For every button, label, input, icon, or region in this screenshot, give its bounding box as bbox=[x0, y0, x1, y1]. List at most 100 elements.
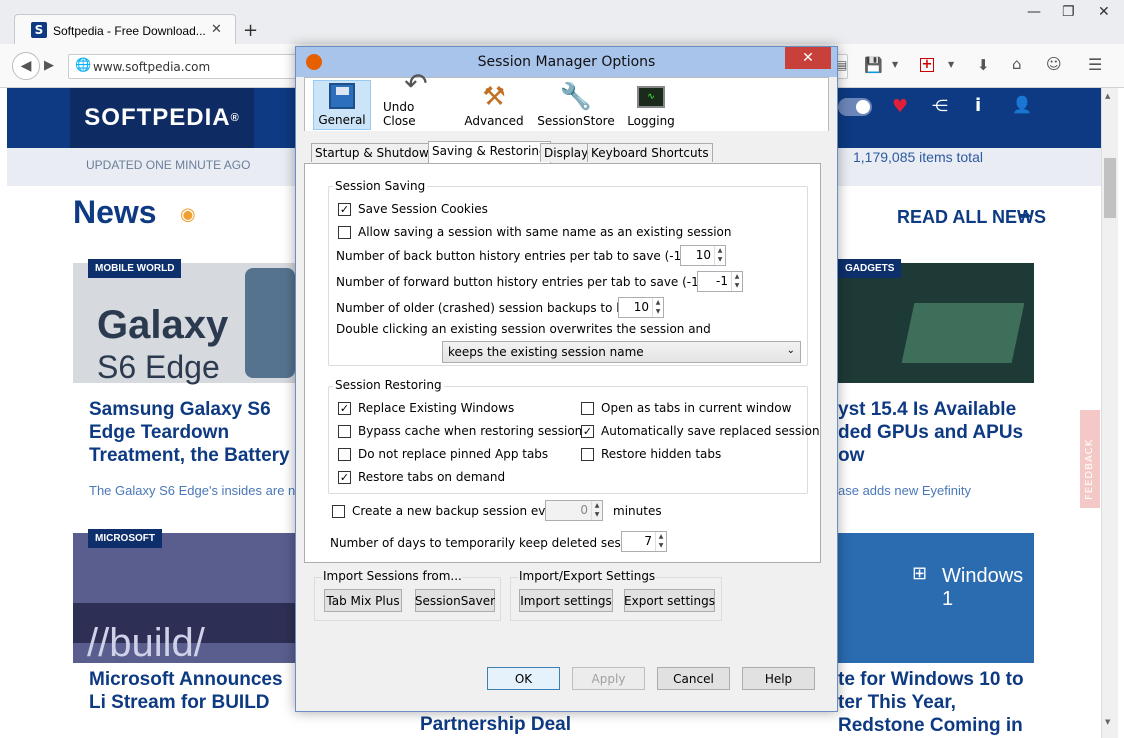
tab-display[interactable]: Display bbox=[540, 143, 593, 162]
card-headline[interactable]: Partnership Deal bbox=[420, 713, 571, 736]
dialog-close-button[interactable]: ✕ bbox=[785, 47, 831, 69]
older-backups-label: Number of older (crashed) session backup… bbox=[336, 301, 650, 315]
import-settings-button[interactable]: Import settings bbox=[519, 589, 613, 612]
dropdown-icon[interactable]: ▼ bbox=[892, 60, 898, 69]
checkbox-unchecked bbox=[338, 447, 351, 461]
older-backups-spinner[interactable]: 10 ▲ ▼ bbox=[618, 297, 664, 318]
page-scrollbar[interactable]: ▲ ▼ bbox=[1101, 88, 1118, 738]
import-tab-mix-plus-button[interactable]: Tab Mix Plus bbox=[324, 589, 402, 612]
gpu-chip-image bbox=[901, 303, 1025, 363]
windows-logo-icon: ⊞ bbox=[912, 563, 928, 584]
restore-hidden-tabs-checkbox[interactable]: Restore hidden tabs bbox=[581, 447, 721, 461]
back-history-spinner[interactable]: 10 ▲ ▼ bbox=[680, 245, 726, 266]
import-sessionsaver-button[interactable]: SessionSaver bbox=[415, 589, 495, 612]
firefox-icon bbox=[306, 54, 322, 70]
dialog-titlebar[interactable]: Session Manager Options bbox=[296, 47, 837, 77]
replace-existing-windows-checkbox[interactable]: ✓ Replace Existing Windows bbox=[338, 401, 514, 415]
card-teaser: The Galaxy S6 Edge's insides are neat bbox=[89, 483, 295, 498]
card-image[interactable]: //build/ bbox=[73, 533, 295, 665]
create-backup-checkbox[interactable]: Create a new backup session every bbox=[332, 504, 565, 518]
card-headline[interactable]: Microsoft Announces Li Stream for BUILD … bbox=[89, 668, 295, 716]
new-tab-button[interactable]: + bbox=[243, 20, 258, 41]
toolbar-logging-label: Logging bbox=[627, 114, 675, 128]
download-icon[interactable]: ⬇ bbox=[977, 56, 990, 74]
checkbox-unchecked bbox=[332, 504, 345, 518]
updated-label: UPDATED ONE MINUTE AGO bbox=[86, 158, 251, 172]
allow-same-name-checkbox[interactable]: Allow saving a session with same name as… bbox=[338, 225, 732, 239]
card-image[interactable] bbox=[838, 263, 1034, 383]
home-icon[interactable]: ⌂ bbox=[1012, 55, 1022, 73]
back-history-label: Number of back button history entries pe… bbox=[336, 249, 725, 263]
category-badge[interactable]: MOBILE WORLD bbox=[88, 259, 182, 278]
card-image[interactable]: ⊞ Windows 1 bbox=[838, 533, 1034, 663]
card-headline[interactable]: Samsung Galaxy S6 Edge Teardown Treatmen… bbox=[89, 398, 295, 468]
toolbar-general[interactable]: General bbox=[313, 80, 371, 130]
smiley-icon[interactable]: ☺ bbox=[1046, 55, 1062, 73]
forward-button[interactable]: ▶ bbox=[44, 58, 54, 73]
feedback-tab[interactable]: FEEDBACK bbox=[1080, 410, 1100, 508]
no-replace-pinned-checkbox[interactable]: Do not replace pinned App tabs bbox=[338, 447, 548, 461]
save-icon[interactable]: 💾 bbox=[864, 56, 883, 74]
heart-icon[interactable]: ♥ bbox=[892, 96, 908, 117]
tab-keyboard-shortcuts[interactable]: Keyboard Shortcuts bbox=[587, 143, 713, 162]
card-image[interactable]: Galaxy S6 Edge bbox=[73, 263, 295, 385]
import-export-legend: Import/Export Settings bbox=[518, 569, 657, 583]
forward-history-label: Number of forward button history entries… bbox=[336, 275, 742, 289]
site-logo[interactable]: SOFTPEDIA ® bbox=[70, 88, 254, 148]
checkbox-unchecked bbox=[581, 447, 594, 461]
card-headline[interactable]: yst 15.4 Is Available ded GPUs and APUs … bbox=[838, 398, 1028, 468]
checkbox-unchecked bbox=[338, 225, 351, 239]
tab-saving-restoring[interactable]: Saving & Restoring bbox=[428, 141, 551, 163]
close-tab-icon[interactable]: ✕ bbox=[211, 22, 222, 37]
info-icon[interactable]: i bbox=[975, 95, 981, 116]
bypass-cache-checkbox[interactable]: Bypass cache when restoring sessions bbox=[338, 424, 589, 438]
double-click-select[interactable]: keeps the existing session name ⌄ bbox=[442, 341, 801, 363]
tools-icon: ⚒ bbox=[482, 82, 506, 112]
menu-icon[interactable]: ☰ bbox=[1088, 55, 1102, 74]
save-session-cookies-checkbox[interactable]: ✓ Save Session Cookies bbox=[338, 202, 488, 216]
browser-tab[interactable]: S Softpedia - Free Download... ✕ bbox=[14, 14, 236, 46]
toolbar-logging[interactable]: ∿ Logging bbox=[623, 80, 679, 130]
rss-icon[interactable]: ◉ bbox=[180, 204, 196, 225]
globe-icon: 🌐 bbox=[75, 58, 92, 73]
toolbar-sessionstore[interactable]: 🔧 SessionStore bbox=[537, 80, 615, 130]
minimize-button[interactable]: — bbox=[1027, 4, 1041, 20]
floppy-disk-icon bbox=[325, 81, 359, 111]
back-button[interactable]: ◀ bbox=[12, 52, 40, 80]
user-icon[interactable]: 👤 bbox=[1012, 95, 1032, 114]
category-badge[interactable]: GADGETS bbox=[838, 259, 902, 278]
apply-button[interactable]: Apply bbox=[572, 667, 645, 690]
forward-history-spinner[interactable]: -1 ▲ ▼ bbox=[697, 271, 743, 292]
export-settings-button[interactable]: Export settings bbox=[624, 589, 715, 612]
toolbar-advanced[interactable]: ⚒ Advanced bbox=[461, 80, 527, 130]
category-badge[interactable]: MICROSOFT bbox=[88, 529, 162, 548]
wrench-icon: 🔧 bbox=[559, 82, 593, 112]
toolbar-undo-close-label: Undo Close bbox=[383, 100, 416, 128]
share-icon[interactable]: ⋲ bbox=[932, 96, 948, 115]
auto-save-replaced-checkbox[interactable]: ✓ Automatically save replaced session bbox=[581, 424, 820, 438]
card-teaser: ase adds new Eyefinity bbox=[838, 483, 971, 498]
news-heading[interactable]: News bbox=[73, 194, 157, 231]
toolbar-general-label: General bbox=[318, 113, 366, 127]
dropdown-icon[interactable]: ▼ bbox=[948, 60, 954, 69]
help-button[interactable]: Help bbox=[742, 667, 815, 690]
softpedia-favicon-icon: S bbox=[31, 22, 47, 38]
addon-red-cross-icon[interactable]: + bbox=[920, 58, 934, 72]
restore-on-demand-checkbox[interactable]: ✓ Restore tabs on demand bbox=[338, 470, 505, 484]
close-window-button[interactable]: ✕ bbox=[1098, 4, 1110, 20]
tab-title: Softpedia - Free Download... bbox=[53, 24, 206, 38]
cancel-button[interactable]: Cancel bbox=[657, 667, 730, 690]
scrollbar-thumb[interactable] bbox=[1104, 158, 1116, 218]
session-saving-legend: Session Saving bbox=[333, 179, 428, 193]
backup-interval-spinner[interactable]: 0 ▲ ▼ bbox=[545, 500, 603, 521]
ok-button[interactable]: OK bbox=[487, 667, 560, 690]
toolbar-undo-close[interactable]: ↶ Undo Close bbox=[383, 67, 449, 130]
tab-startup-shutdown[interactable]: Startup & Shutdown bbox=[311, 143, 441, 162]
open-as-tabs-checkbox[interactable]: Open as tabs in current window bbox=[581, 401, 791, 415]
maximize-button[interactable]: ❐ bbox=[1062, 4, 1075, 20]
toggle-switch[interactable] bbox=[838, 98, 872, 116]
toolbar-advanced-label: Advanced bbox=[464, 114, 524, 128]
keep-days-spinner[interactable]: 7 ▲ ▼ bbox=[621, 531, 667, 552]
session-manager-options-dialog: Session Manager Options ✕ General ↶ Undo… bbox=[295, 46, 838, 712]
checkbox-unchecked bbox=[338, 424, 351, 438]
